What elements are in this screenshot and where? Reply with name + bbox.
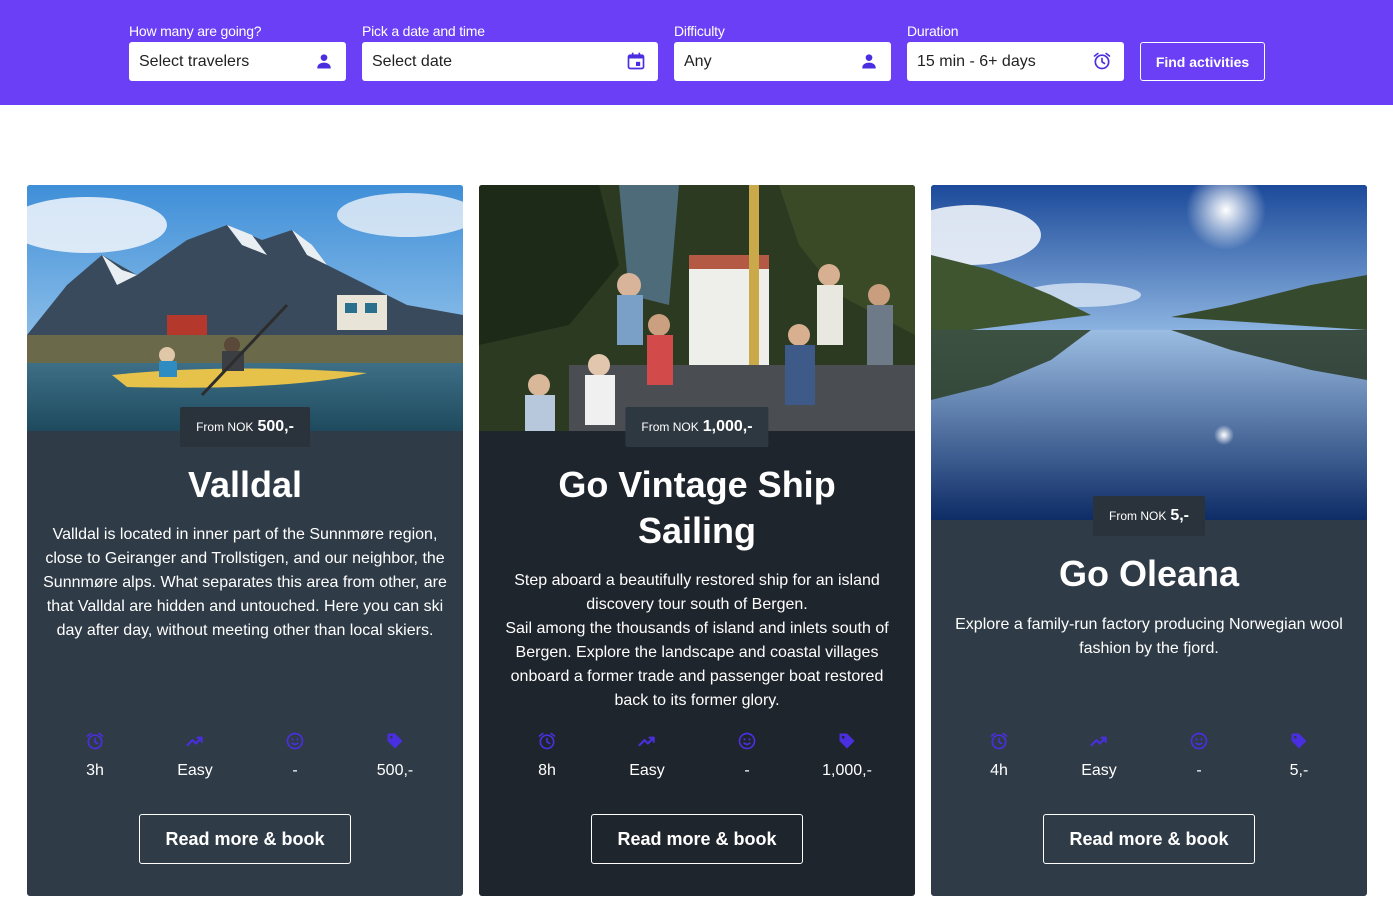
- stat-duration: 8h: [497, 731, 597, 781]
- stat-price: 5,-: [1249, 731, 1349, 781]
- travelers-label: How many are going?: [129, 23, 262, 39]
- stat-duration: 4h: [949, 731, 1049, 781]
- stat-duration-value: 3h: [86, 762, 104, 779]
- find-activities-button[interactable]: Find activities: [1140, 42, 1265, 81]
- read-more-book-button[interactable]: Read more & book: [1043, 814, 1255, 864]
- card-description: Explore a family-run factory producing N…: [955, 616, 1343, 657]
- face-icon: [245, 731, 345, 753]
- stat-difficulty: Easy: [1049, 731, 1149, 781]
- stat-age-value: -: [292, 762, 298, 779]
- activity-card: From NOK 5,- Go Oleana Explore a family-…: [931, 185, 1367, 896]
- price-amount: 5,-: [1170, 507, 1190, 524]
- read-more-book-button[interactable]: Read more & book: [591, 814, 803, 864]
- fjord-lake-photo: [931, 185, 1367, 520]
- date-picker[interactable]: [362, 42, 658, 81]
- read-more-book-button[interactable]: Read more & book: [139, 814, 351, 864]
- duration-label: Duration: [907, 23, 959, 39]
- alarm-clock-icon: [45, 731, 145, 753]
- price-tag-icon: [797, 731, 897, 753]
- activity-card: From NOK 500,- Valldal Valldal is locate…: [27, 185, 463, 896]
- price-from-label: From NOK: [196, 420, 254, 434]
- calendar-icon[interactable]: [626, 51, 646, 71]
- price-tag-icon: [1249, 731, 1349, 753]
- face-icon: [697, 731, 797, 753]
- duration-field: Duration: [907, 22, 1124, 81]
- kayakers-mountain-photo: [27, 185, 463, 431]
- price-badge: From NOK 5,-: [1092, 496, 1206, 536]
- price-tag-icon: [345, 731, 445, 753]
- stat-difficulty-value: Easy: [1081, 762, 1117, 779]
- date-field: Pick a date and time: [362, 22, 658, 81]
- card-description: Valldal is located in inner part of the …: [43, 526, 447, 639]
- card-stats: 8h Easy - 1,000,-: [497, 731, 897, 781]
- stat-difficulty: Easy: [597, 731, 697, 781]
- travelers-field: How many are going?: [129, 22, 346, 81]
- trending-up-icon: [597, 731, 697, 753]
- travelers-select[interactable]: [129, 42, 346, 81]
- stat-price-value: 500,-: [376, 762, 414, 779]
- price-amount: 500,-: [257, 418, 294, 435]
- card-title: Valldal: [187, 464, 303, 505]
- stat-age: -: [1149, 731, 1249, 781]
- alarm-clock-icon: [497, 731, 597, 753]
- person-icon: [859, 51, 879, 71]
- alarm-clock-icon: [1092, 51, 1112, 71]
- search-bar: How many are going? Pick a date and time…: [0, 0, 1393, 105]
- card-stats: 3h Easy - 500,-: [45, 731, 445, 781]
- duration-select[interactable]: [907, 42, 1124, 81]
- vintage-ship-deck-photo: [479, 185, 915, 431]
- face-icon: [1149, 731, 1249, 753]
- stat-age: -: [245, 731, 345, 781]
- alarm-clock-icon: [949, 731, 1049, 753]
- stat-duration-value: 8h: [538, 762, 556, 779]
- difficulty-select[interactable]: [674, 42, 891, 81]
- card-title: Go Vintage Ship Sailing: [558, 464, 836, 551]
- trending-up-icon: [1049, 731, 1149, 753]
- stat-difficulty-value: Easy: [177, 762, 213, 779]
- stat-price-value: 1,000,-: [822, 762, 872, 779]
- person-icon: [314, 51, 334, 71]
- card-description: Step aboard a beautifully restored ship …: [505, 572, 889, 709]
- price-from-label: From NOK: [1108, 509, 1167, 523]
- stat-price-value: 5,-: [1289, 762, 1309, 779]
- price-amount: 1,000,-: [702, 418, 753, 435]
- trending-up-icon: [145, 731, 245, 753]
- stat-age-value: -: [1196, 762, 1202, 779]
- price-badge: From NOK 1,000,-: [625, 407, 769, 447]
- stat-duration: 3h: [45, 731, 145, 781]
- stat-difficulty-value: Easy: [629, 762, 665, 779]
- stat-duration-value: 4h: [990, 762, 1008, 779]
- date-input[interactable]: [362, 42, 658, 81]
- price-badge: From NOK 500,-: [180, 407, 310, 447]
- stat-price: 1,000,-: [797, 731, 897, 781]
- difficulty-label: Difficulty: [674, 23, 725, 39]
- stat-price: 500,-: [345, 731, 445, 781]
- price-from-label: From NOK: [641, 420, 699, 434]
- stat-age: -: [697, 731, 797, 781]
- card-title: Go Oleana: [1058, 553, 1240, 594]
- stat-difficulty: Easy: [145, 731, 245, 781]
- stat-age-value: -: [744, 762, 750, 779]
- activity-card: From NOK 1,000,- Go Vintage Ship Sailing…: [479, 185, 915, 896]
- date-label: Pick a date and time: [362, 23, 485, 39]
- difficulty-field: Difficulty: [674, 22, 891, 81]
- card-stats: 4h Easy - 5,-: [949, 731, 1349, 781]
